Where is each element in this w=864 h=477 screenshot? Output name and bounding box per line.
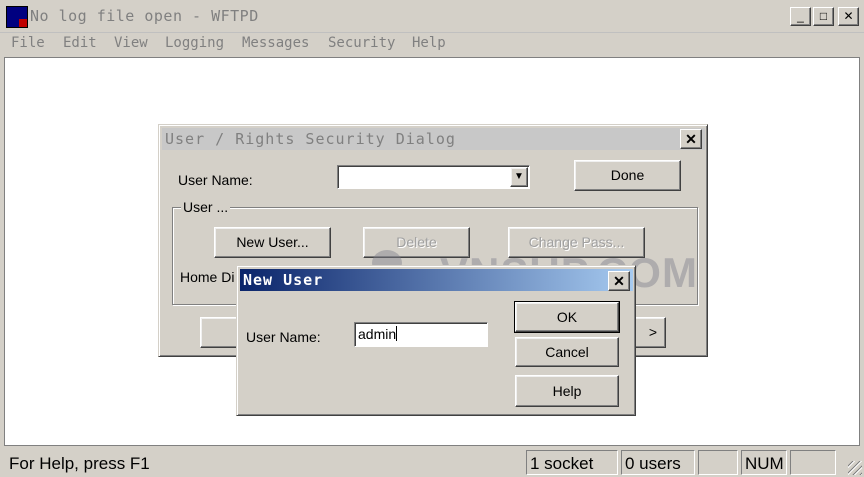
- user-group-label: User ...: [181, 199, 231, 215]
- status-help-text: For Help, press F1: [9, 454, 150, 473]
- security-dialog-title: User / Rights Security Dialog: [162, 128, 705, 150]
- dropdown-arrow-icon[interactable]: ▼: [510, 167, 528, 187]
- cancel-button[interactable]: Cancel: [515, 337, 619, 367]
- minimize-icon[interactable]: _: [790, 7, 811, 26]
- new-user-dialog-title: New User: [240, 269, 633, 291]
- new-user-name-label: User Name:: [246, 329, 321, 345]
- new-user-name-value: admin: [358, 326, 397, 342]
- status-pane-empty: [698, 450, 738, 475]
- menu-security[interactable]: Security: [328, 35, 395, 51]
- close-icon[interactable]: ✕: [838, 7, 859, 26]
- ok-button[interactable]: OK: [514, 301, 620, 333]
- status-users: 0 users: [621, 450, 695, 475]
- menu-edit[interactable]: Edit: [63, 35, 97, 51]
- new-user-button[interactable]: New User...: [214, 227, 331, 258]
- status-num: NUM: [741, 450, 787, 475]
- maximize-icon[interactable]: □: [813, 7, 834, 26]
- help-button[interactable]: Help: [515, 375, 619, 407]
- done-button[interactable]: Done: [574, 160, 681, 191]
- menu-messages[interactable]: Messages: [242, 35, 309, 51]
- status-sockets: 1 socket: [526, 450, 618, 475]
- home-dir-label: Home Di: [180, 269, 235, 285]
- app-icon[interactable]: [6, 6, 28, 28]
- user-name-combobox[interactable]: ▼: [337, 165, 530, 189]
- new-user-dialog: New User ✕ User Name: admin OK Cancel He…: [236, 265, 636, 416]
- close-icon[interactable]: ✕: [680, 129, 702, 149]
- menu-help[interactable]: Help: [412, 35, 446, 51]
- menu-logging[interactable]: Logging: [165, 35, 224, 51]
- user-name-label: User Name:: [178, 172, 253, 188]
- status-pane-empty-2: [790, 450, 836, 475]
- new-user-name-input[interactable]: admin: [354, 322, 488, 347]
- menu-view[interactable]: View: [114, 35, 148, 51]
- text-cursor: [396, 326, 398, 341]
- menu-file[interactable]: File: [11, 35, 45, 51]
- menu-bar: File Edit View Logging Messages Security…: [0, 32, 864, 54]
- status-bar: For Help, press F1 1 socket 0 users NUM: [0, 448, 864, 477]
- close-icon[interactable]: ✕: [608, 271, 630, 291]
- bottom-left-button[interactable]: [200, 317, 240, 348]
- window-title: No log file open - WFTPD: [30, 7, 259, 25]
- size-grip-icon[interactable]: [848, 461, 862, 475]
- title-bar[interactable]: No log file open - WFTPD _ □ ✕: [0, 0, 864, 33]
